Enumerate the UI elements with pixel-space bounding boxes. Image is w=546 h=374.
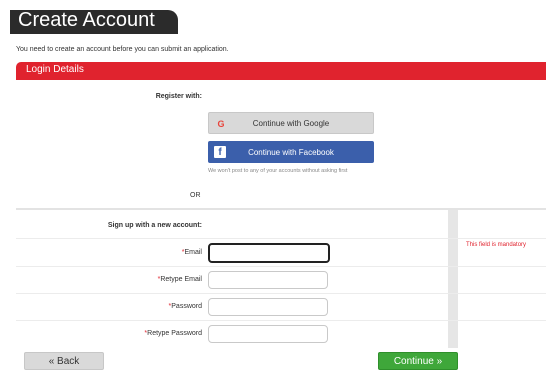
continue-button[interactable]: Continue » xyxy=(378,352,458,370)
facebook-button-label: Continue with Facebook xyxy=(248,147,334,157)
signup-label: Sign up with a new account: xyxy=(107,222,202,229)
facebook-icon: f xyxy=(214,146,226,158)
retype-password-label: *Retype Password xyxy=(144,330,202,337)
message-column-separator xyxy=(448,210,458,348)
email-label: *Email xyxy=(181,249,202,256)
register-with-label: Register with: xyxy=(155,93,202,100)
section-title: Login Details xyxy=(26,64,84,75)
section-header: Login Details xyxy=(16,62,546,80)
google-icon: G xyxy=(217,119,225,129)
email-field[interactable] xyxy=(208,243,330,263)
row-divider xyxy=(16,320,546,321)
password-label: *Password xyxy=(168,303,202,310)
or-separator: OR xyxy=(190,192,201,199)
google-button-label: Continue with Google xyxy=(252,118,330,128)
facebook-signin-button[interactable]: f Continue with Facebook xyxy=(208,141,374,163)
page-header: Create Account xyxy=(10,9,178,34)
section-divider xyxy=(16,208,546,210)
password-field[interactable] xyxy=(208,298,328,316)
back-button[interactable]: « Back xyxy=(24,352,104,370)
retype-email-field[interactable] xyxy=(208,271,328,289)
email-mandatory-error: This field is mandatory xyxy=(466,242,527,248)
row-divider xyxy=(16,238,546,239)
google-signin-button[interactable]: G Continue with Google xyxy=(208,112,374,134)
row-divider xyxy=(16,266,546,267)
retype-email-label: *Retype Email xyxy=(157,276,202,283)
intro-text: You need to create an account before you… xyxy=(16,46,229,53)
retype-password-field[interactable] xyxy=(208,325,328,343)
row-divider xyxy=(16,293,546,294)
privacy-notice: We won't post to any of your accounts wi… xyxy=(208,168,348,174)
page-title: Create Account xyxy=(18,9,155,31)
